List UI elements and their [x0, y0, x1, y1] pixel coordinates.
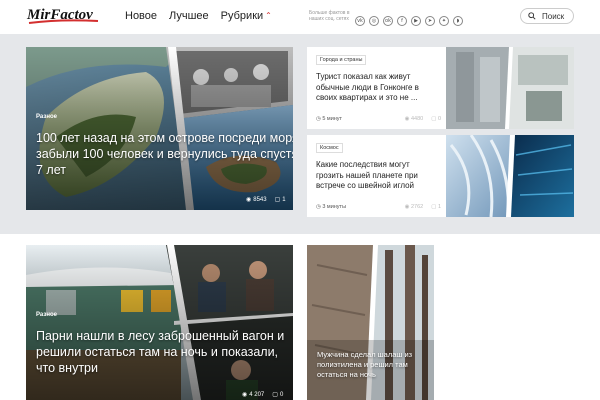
side-article-card[interactable]: Города и страны Турист показал как живут… [307, 47, 574, 129]
comments-count: 0 [437, 116, 441, 122]
featured-article-card[interactable]: Разное Парни нашли в лесу заброшенный ва… [26, 245, 293, 400]
views-count: 4 207 [249, 391, 265, 398]
comments-stat: ▢ 1 [431, 204, 441, 210]
search-button[interactable]: Поиск [520, 8, 574, 24]
social-tagline: Больше фактов в наших соц. сетях [309, 10, 350, 22]
featured-article-image [26, 245, 293, 400]
category-badge[interactable]: Разное [36, 114, 57, 120]
read-time: ◷ 3 минуты [316, 204, 346, 210]
instagram-icon[interactable]: ◎ [369, 16, 379, 26]
comment-icon: ▢ [431, 204, 438, 210]
featured-article-title[interactable]: Парни нашли в лесу заброшенный вагон и р… [36, 328, 286, 376]
side-article-title[interactable]: Турист показал как живут обычные люди в … [316, 72, 431, 104]
search-icon [528, 12, 536, 20]
side-article-stats: ◉ 4480 ▢ 0 [405, 116, 441, 122]
rss-icon[interactable]: ◗ [453, 16, 463, 26]
eye-icon: ◉ [246, 197, 252, 203]
site-header: MirFactov Новое Лучшее Рубрики ⌃ Больше ф… [0, 0, 600, 34]
comment-icon: ▢ [274, 197, 281, 203]
side-article-stats: ◉ 2762 ▢ 1 [405, 204, 441, 210]
category-badge[interactable]: Разное [36, 312, 57, 318]
category-tag[interactable]: Города и страны [316, 55, 367, 65]
youtube-icon[interactable]: ▶ [411, 16, 421, 26]
featured-article-stats: ◉ 8543 ▢ 1 [246, 196, 286, 204]
comments-stat: ▢ 1 [274, 196, 286, 204]
views-stat: ◉ 2762 [405, 204, 424, 210]
site-logo[interactable]: MirFactov [26, 4, 100, 28]
comments-stat: ▢ 0 [272, 391, 284, 399]
comment-icon: ▢ [431, 116, 438, 122]
main-nav: Новое Лучшее Рубрики ⌃ [125, 10, 272, 22]
chevron-up-icon: ⌃ [265, 11, 272, 20]
nav-best[interactable]: Лучшее [169, 10, 209, 22]
nav-new[interactable]: Новое [125, 10, 157, 22]
featured-article-card[interactable]: Разное 100 лет назад на этом острове пос… [26, 47, 293, 210]
views-count: 2762 [410, 204, 424, 210]
views-stat: ◉ 8543 [246, 196, 267, 204]
article-title[interactable]: Мужчина сделал шалаш из полиэтилена и ре… [317, 350, 432, 380]
comments-count: 0 [279, 391, 284, 398]
side-article-image [446, 135, 574, 217]
side-article-image [446, 47, 574, 129]
featured-article-title[interactable]: 100 лет назад на этом острове посреди мо… [36, 130, 293, 178]
views-stat: ◉ 4 207 [242, 391, 265, 399]
side-article-meta: ◷ 3 минуты ◉ 2762 ▢ 1 [316, 204, 441, 210]
read-time-value: 3 минуты [322, 204, 347, 210]
telegram-icon[interactable]: ➤ [425, 16, 435, 26]
comments-stat: ▢ 0 [431, 116, 441, 122]
facebook-icon[interactable]: f [397, 16, 407, 26]
views-count: 8543 [253, 196, 267, 203]
views-count: 4480 [410, 116, 424, 122]
nav-rubrics-label: Рубрики [220, 10, 264, 22]
featured-article-image [26, 47, 293, 210]
category-tag[interactable]: Космос [316, 143, 343, 153]
nav-rubrics[interactable]: Рубрики ⌃ [221, 10, 272, 22]
comment-icon: ▢ [272, 392, 278, 398]
read-time-value: 5 минут [322, 116, 343, 122]
eye-icon: ◉ [242, 392, 248, 398]
vk-icon[interactable]: vk [355, 16, 365, 26]
odnoklassniki-icon[interactable]: ok [383, 16, 393, 26]
read-time: ◷ 5 минут [316, 116, 342, 122]
side-article-title[interactable]: Какие последствия могут грозить нашей пл… [316, 160, 431, 192]
side-article-meta: ◷ 5 минут ◉ 4480 ▢ 0 [316, 116, 441, 122]
comments-count: 1 [437, 204, 441, 210]
comments-count: 1 [282, 196, 286, 203]
zen-icon[interactable]: ✦ [439, 16, 449, 26]
featured-article-stats: ◉ 4 207 ▢ 0 [242, 391, 284, 399]
search-label: Поиск [542, 11, 565, 21]
logo-mark: MirFactov [26, 7, 99, 24]
social-links: vk ◎ ok f ▶ ➤ ✦ ◗ [355, 16, 463, 26]
article-card[interactable]: Мужчина сделал шалаш из полиэтилена и ре… [307, 245, 434, 400]
side-article-card[interactable]: Космос Какие последствия могут грозить н… [307, 135, 574, 217]
views-stat: ◉ 4480 [405, 116, 424, 122]
